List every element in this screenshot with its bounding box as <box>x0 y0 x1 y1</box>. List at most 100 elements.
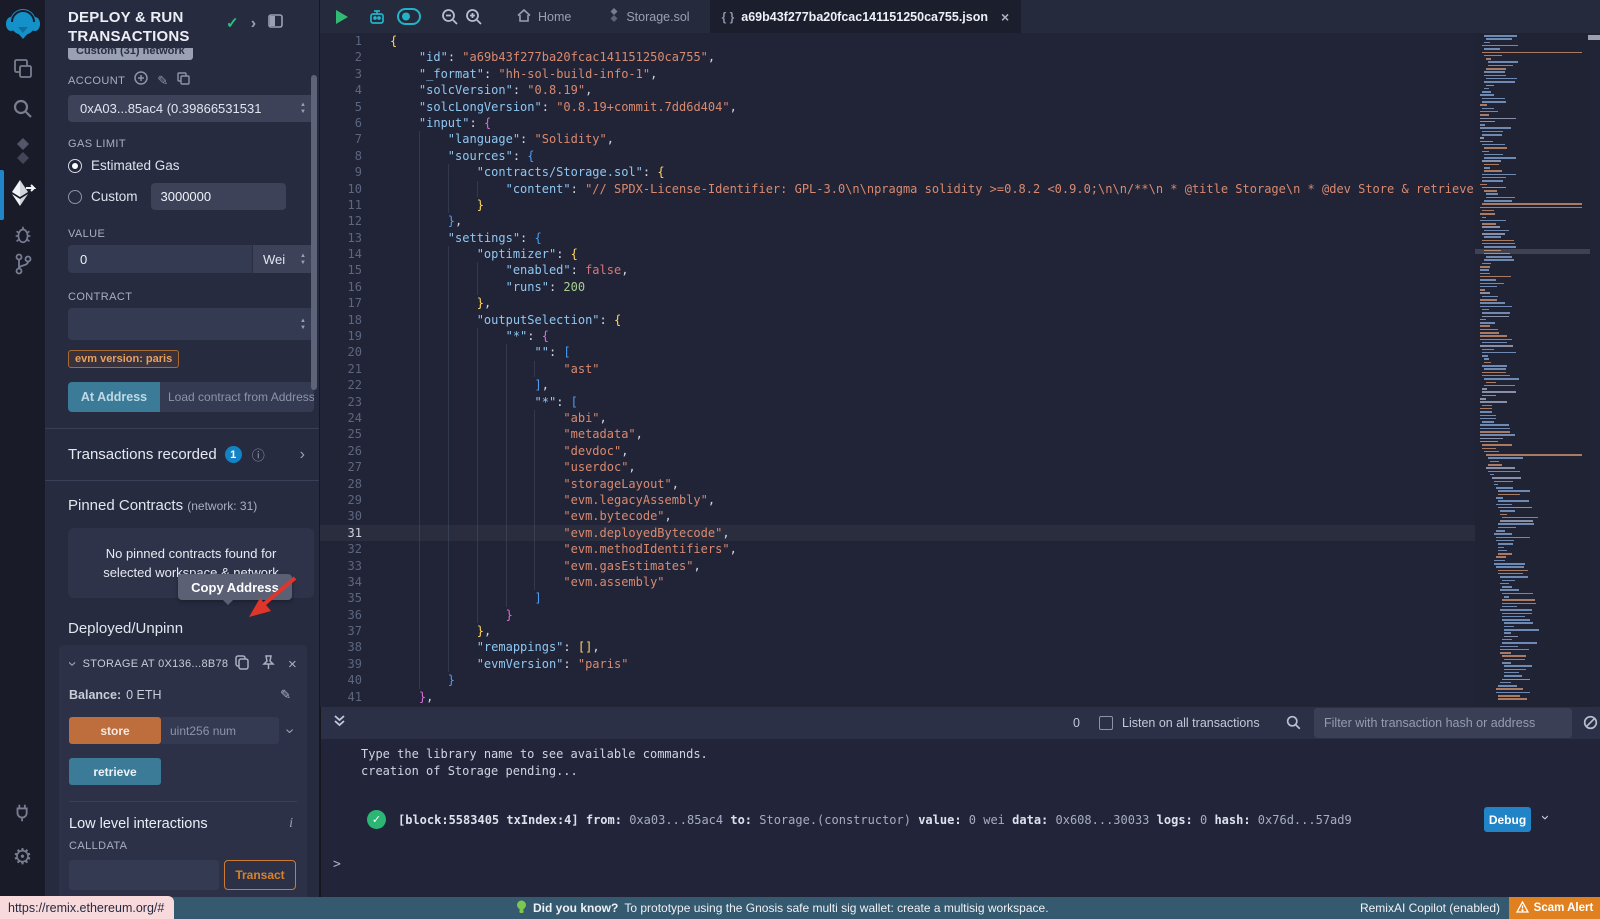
settings-icon[interactable]: ⚙ <box>0 844 45 870</box>
pin-panel-icon[interactable] <box>268 14 283 33</box>
code-line[interactable]: 27 "userdoc", <box>320 459 1475 475</box>
terminal-search-icon[interactable] <box>1286 715 1301 735</box>
code-line[interactable]: 31 "evm.deployedBytecode", <box>320 525 1475 541</box>
calldata-input[interactable] <box>69 860 219 890</box>
code-line[interactable]: 37 }, <box>320 623 1475 639</box>
clear-console-icon[interactable] <box>1583 715 1598 735</box>
code-line[interactable]: 5 "solcLongVersion": "0.8.19+commit.7dd6… <box>320 99 1475 115</box>
value-input[interactable]: 0 <box>68 245 252 273</box>
expand-transactions-icon[interactable]: › <box>300 446 305 464</box>
code-line[interactable]: 8 "sources": { <box>320 148 1475 164</box>
copy-address-icon[interactable] <box>235 655 249 673</box>
code-line[interactable]: 35 ] <box>320 590 1475 606</box>
code-line[interactable]: 28 "storageLayout", <box>320 476 1475 492</box>
code-line[interactable]: 12 }, <box>320 213 1475 229</box>
code-line[interactable]: 18 "outputSelection": { <box>320 312 1475 328</box>
store-button[interactable]: store <box>69 717 161 744</box>
at-address-button[interactable]: At Address <box>68 382 160 412</box>
close-tab-icon[interactable]: × <box>1001 9 1009 25</box>
transaction-log-row[interactable]: ✓ [block:5583405 txIndex:4] from: 0xa03.… <box>367 810 1352 829</box>
terminal-prompt[interactable]: > <box>333 857 341 872</box>
tab-home[interactable]: Home <box>505 0 583 33</box>
remove-contract-icon[interactable]: × <box>288 656 297 673</box>
remix-logo-icon[interactable] <box>0 6 45 42</box>
deploy-run-icon[interactable] <box>0 178 45 208</box>
code-line[interactable]: 38 "remappings": [], <box>320 639 1475 655</box>
tab-storage-sol[interactable]: Storage.sol <box>597 0 701 33</box>
pin-contract-icon[interactable] <box>262 655 275 673</box>
copilot-status[interactable]: RemixAI Copilot (enabled) <box>1360 897 1500 919</box>
code-line[interactable]: 36 } <box>320 607 1475 623</box>
code-line[interactable]: 20 "": [ <box>320 344 1475 360</box>
code-line[interactable]: 2 "id": "a69b43f277ba20fcac141151250ca75… <box>320 49 1475 65</box>
code-line[interactable]: 30 "evm.bytecode", <box>320 508 1475 524</box>
collapse-contract-icon[interactable]: › <box>63 661 81 667</box>
code-line[interactable]: 10 "content": "// SPDX-License-Identifie… <box>320 181 1475 197</box>
code-line[interactable]: 15 "enabled": false, <box>320 262 1475 278</box>
low-level-info-icon[interactable]: i <box>289 816 293 832</box>
editor-scrollbar[interactable] <box>1588 35 1600 40</box>
code-line[interactable]: 23 "*": [ <box>320 394 1475 410</box>
code-line[interactable]: 33 "evm.gasEstimates", <box>320 558 1475 574</box>
plugin-manager-icon[interactable] <box>0 802 45 824</box>
code-line[interactable]: 16 "runs": 200 <box>320 279 1475 295</box>
value-unit-select[interactable]: Wei ▲▼ <box>252 245 314 273</box>
expand-log-icon[interactable]: › <box>1537 815 1554 820</box>
listen-all-checkbox[interactable] <box>1099 716 1113 730</box>
expand-store-icon[interactable]: › <box>281 728 299 733</box>
code-line[interactable]: 4 "solcVersion": "0.8.19", <box>320 82 1475 98</box>
code-editor[interactable]: 1{2 "id": "a69b43f277ba20fcac141151250ca… <box>320 33 1475 707</box>
transact-button[interactable]: Transact <box>224 860 296 890</box>
code-line[interactable]: 40 } <box>320 672 1475 688</box>
code-line[interactable]: 14 "optimizer": { <box>320 246 1475 262</box>
chevron-right-icon[interactable]: › <box>251 14 257 33</box>
code-line[interactable]: 11 } <box>320 197 1475 213</box>
at-address-input[interactable]: Load contract from Address <box>160 382 314 412</box>
code-line[interactable]: 3 "_format": "hh-sol-build-info-1", <box>320 66 1475 82</box>
code-line[interactable]: 6 "input": { <box>320 115 1475 131</box>
code-line[interactable]: 29 "evm.legacyAssembly", <box>320 492 1475 508</box>
code-line[interactable]: 7 "language": "Solidity", <box>320 131 1475 147</box>
estimated-gas-radio[interactable] <box>68 159 82 173</box>
git-icon[interactable] <box>0 252 45 276</box>
code-line[interactable]: 22 ], <box>320 377 1475 393</box>
code-line[interactable]: 32 "evm.methodIdentifiers", <box>320 541 1475 557</box>
custom-gas-radio[interactable] <box>68 190 82 204</box>
editor-minimap[interactable] <box>1475 33 1590 707</box>
code-line[interactable]: 21 "ast" <box>320 361 1475 377</box>
run-script-icon[interactable] <box>334 9 349 25</box>
custom-gas-input[interactable]: 3000000 <box>151 183 286 210</box>
add-account-icon[interactable] <box>134 71 148 90</box>
code-line[interactable]: 1{ <box>320 33 1475 49</box>
debugger-icon[interactable] <box>0 224 45 246</box>
code-line[interactable]: 26 "devdoc", <box>320 443 1475 459</box>
code-line[interactable]: 17 }, <box>320 295 1475 311</box>
code-line[interactable]: 25 "metadata", <box>320 426 1475 442</box>
store-arg-input[interactable]: uint256 num <box>161 717 279 744</box>
collapse-terminal-icon[interactable] <box>333 714 346 733</box>
copy-account-icon[interactable] <box>177 72 190 90</box>
code-line[interactable]: 34 "evm.assembly" <box>320 574 1475 590</box>
tab-build-info-json[interactable]: { } a69b43f277ba20fcac141151250ca755.jso… <box>710 0 1022 33</box>
terminal-filter-input[interactable]: Filter with transaction hash or address <box>1314 708 1572 738</box>
side-panel-scrollbar[interactable] <box>311 75 317 390</box>
zoom-in-icon[interactable] <box>465 8 483 26</box>
ai-assistant-icon[interactable] <box>367 7 387 27</box>
edit-balance-icon[interactable]: ✎ <box>280 687 291 703</box>
zoom-out-icon[interactable] <box>441 8 459 26</box>
code-line[interactable]: 9 "contracts/Storage.sol": { <box>320 164 1475 180</box>
code-line[interactable]: 39 "evmVersion": "paris" <box>320 656 1475 672</box>
retrieve-button[interactable]: retrieve <box>69 758 161 785</box>
code-line[interactable]: 41 }, <box>320 689 1475 705</box>
contract-select[interactable]: ▲▼ <box>68 308 314 340</box>
code-line[interactable]: 24 "abi", <box>320 410 1475 426</box>
copilot-toggle-icon[interactable] <box>397 8 421 25</box>
account-select[interactable]: 0xA03...85ac4 (0.39866531531 ▲▼ <box>68 95 314 122</box>
sign-message-icon[interactable]: ✎ <box>157 73 168 89</box>
search-icon[interactable] <box>0 98 45 120</box>
code-line[interactable]: 19 "*": { <box>320 328 1475 344</box>
debug-button[interactable]: Debug <box>1484 807 1531 832</box>
file-explorer-icon[interactable] <box>0 58 45 80</box>
solidity-compiler-icon[interactable] <box>0 138 45 164</box>
scam-alert-button[interactable]: Scam Alert <box>1509 897 1600 919</box>
